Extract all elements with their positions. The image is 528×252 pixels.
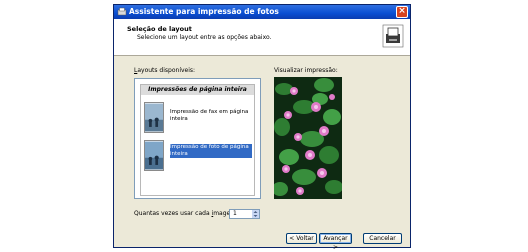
back-button[interactable]: < Voltar bbox=[286, 233, 317, 244]
page-subtitle: Selecione um layout entre as opções abai… bbox=[137, 34, 272, 41]
layout-item-label: Impressão de foto de página inteira bbox=[170, 144, 252, 158]
printer-icon bbox=[382, 24, 404, 48]
layouts-label: Layouts disponíveis: bbox=[134, 67, 196, 74]
preview-label: Visualizar impressão: bbox=[274, 67, 338, 74]
layout-item-label: Impressão de fax em página inteira bbox=[170, 109, 249, 122]
cancel-button[interactable]: Cancelar bbox=[363, 233, 402, 244]
print-wizard-window: Assistente para impressão de fotos × Sel… bbox=[113, 4, 411, 251]
layout-item-photo[interactable]: Impressão de foto de página inteira bbox=[143, 139, 254, 173]
close-icon: × bbox=[398, 6, 406, 16]
printer-wizard-icon bbox=[117, 7, 127, 16]
group-title: Impressões de página inteira bbox=[141, 85, 254, 95]
spinner-arrows-icon bbox=[253, 211, 258, 217]
layout-item-fax[interactable]: Impressão de fax em página inteira bbox=[143, 101, 254, 135]
print-preview-image bbox=[274, 77, 342, 199]
spinner-buttons[interactable] bbox=[252, 210, 259, 218]
layouts-list[interactable]: Impressões de página inteira Impressão d… bbox=[134, 78, 261, 199]
window-title: Assistente para impressão de fotos bbox=[129, 7, 279, 16]
copies-spinner[interactable]: 1 bbox=[229, 209, 260, 219]
close-button[interactable]: × bbox=[396, 6, 408, 18]
photo-layout-thumbnail bbox=[144, 140, 164, 171]
fax-layout-thumbnail bbox=[144, 102, 164, 133]
copies-value[interactable]: 1 bbox=[233, 210, 237, 218]
next-button[interactable]: Avançar > bbox=[319, 233, 352, 251]
copies-label: Quantas vezes usar cada imagem: bbox=[134, 210, 239, 217]
layout-group: Impressões de página inteira Impressão d… bbox=[140, 84, 255, 196]
wizard-header: Seleção de layout Selecione um layout en… bbox=[114, 19, 410, 56]
page-title: Seleção de layout bbox=[127, 25, 192, 33]
title-bar[interactable]: Assistente para impressão de fotos × bbox=[114, 5, 410, 19]
